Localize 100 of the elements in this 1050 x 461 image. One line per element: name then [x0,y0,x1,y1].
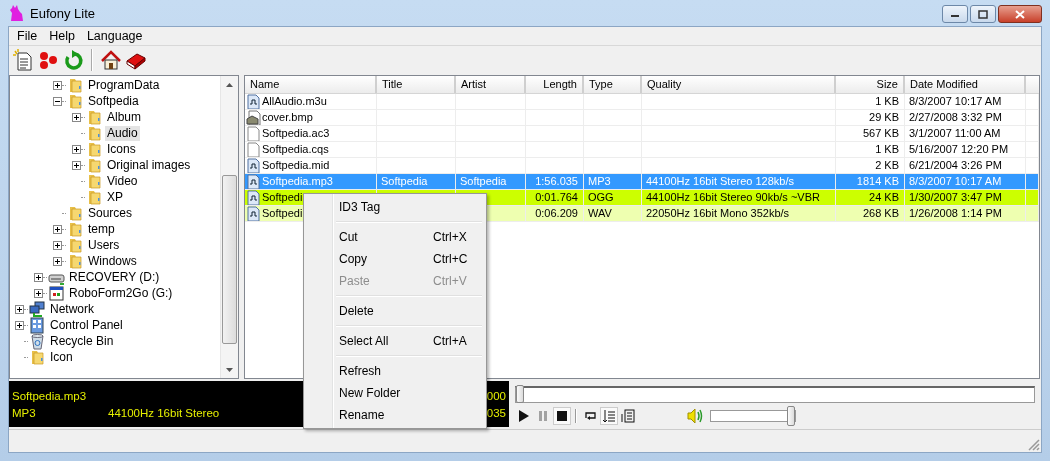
scroll-down-icon[interactable] [226,367,233,372]
tree-item[interactable]: Network [48,301,96,317]
list-icon[interactable] [620,408,636,424]
tree-item[interactable]: Recycle Bin [48,333,116,349]
table-cell: 5/16/2007 12:20 PM [909,142,1009,157]
column-header[interactable]: Title [377,76,456,93]
tree-item[interactable]: ProgramData [86,77,162,93]
audio-file-icon [246,174,261,189]
menu-item[interactable]: Language [80,29,149,43]
folder-icon [67,220,84,238]
tree-item[interactable]: Album [105,109,143,125]
shortcut-text: Ctrl+V [433,274,467,288]
seek-slider[interactable] [515,386,1035,403]
menu-item[interactable]: Help [43,29,81,43]
table-cell: 2 KB [875,158,899,173]
expand-icon[interactable] [72,112,81,122]
minimize-button[interactable] [942,5,968,23]
table-cell: 268 KB [862,206,899,221]
file-row[interactable]: Softpedia.ac3 567 KB 3/1/2007 11:00 AM [245,126,1039,142]
resize-grip-icon[interactable] [1028,439,1040,451]
expand-icon[interactable] [15,320,24,330]
tree-item[interactable]: temp [86,221,117,237]
menu-item[interactable]: Cut Ctrl+X [307,226,484,248]
table-cell: 3/1/2007 11:00 AM [909,126,1001,141]
scroll-up-icon[interactable] [226,82,233,87]
tree-item[interactable]: XP [105,189,125,205]
menu-item[interactable]: Delete [307,300,484,322]
tree-item[interactable]: Original images [105,157,193,173]
tree-item[interactable]: RoboForm2Go (G:) [67,285,175,301]
expand-icon[interactable] [53,240,62,250]
tree-item[interactable]: Users [86,237,122,253]
expand-icon[interactable] [72,144,81,154]
expand-icon[interactable] [15,304,24,314]
column-header[interactable]: Length [526,76,584,93]
maximize-button[interactable] [970,5,996,23]
volume-thumb[interactable] [787,406,795,426]
expand-icon[interactable] [72,160,81,170]
tree-item[interactable]: Audio [105,125,140,141]
table-cell: Softpedia.cqs [262,142,329,157]
column-header[interactable]: Date Modified [905,76,1026,93]
table-cell: Softpedia.ac3 [262,126,330,141]
tree-item[interactable]: Icon [48,349,75,365]
table-cell: MP3 [588,174,611,189]
column-header[interactable]: Size [836,76,905,93]
menu-item[interactable]: Rename [307,404,484,426]
expand-icon[interactable] [34,272,43,282]
time-text: 035 [486,406,506,419]
file-row[interactable]: AllAudio.m3u 1 KB 8/3/2007 10:17 AM [245,94,1039,110]
expand-icon[interactable] [53,80,62,90]
folder-icon [86,156,103,174]
tree-item[interactable]: Windows [86,253,139,269]
tree-item[interactable]: Video [105,173,140,189]
column-header[interactable]: Artist [456,76,526,93]
new-document-icon[interactable] [12,49,34,71]
menu-item[interactable]: Copy Ctrl+C [307,248,484,270]
refresh-icon[interactable] [62,49,84,71]
menu-item[interactable]: New Folder [307,382,484,404]
tree-item[interactable]: Sources [86,205,135,221]
stop-icon[interactable] [554,408,570,424]
time-text: 000 [486,389,506,402]
table-cell: 2/27/2008 3:32 PM [909,110,1002,125]
table-cell: Softpedi [262,190,303,205]
audio-file-icon [246,94,261,109]
table-cell: 8/3/2007 10:17 AM [909,174,1002,189]
app-window-icon [48,284,65,302]
expand-icon[interactable] [53,224,62,234]
folder-icon [86,172,103,190]
recycle-bin-icon [29,332,46,350]
dots-icon[interactable] [37,49,59,71]
table-cell: 0:06.209 [535,206,578,221]
column-header[interactable]: Type [584,76,642,93]
seek-thumb[interactable] [516,385,524,403]
tree-item[interactable]: Control Panel [48,317,125,333]
expand-icon[interactable] [34,288,43,298]
tree-item[interactable]: Softpedia [86,93,141,109]
network-icon [29,300,46,318]
home-icon[interactable] [100,49,122,71]
shortcut-text: Ctrl+X [433,230,467,244]
file-row[interactable]: Softpedia.cqs 1 KB 5/16/2007 12:20 PM [245,142,1039,158]
shortcut-text: Ctrl+A [433,334,467,348]
scrollbar[interactable] [220,76,238,378]
expand-icon[interactable] [53,256,62,266]
menu-item[interactable]: Refresh [307,360,484,382]
close-icon [1015,9,1025,19]
tree-item[interactable]: Icons [105,141,138,157]
table-cell: 44100Hz 16bit Stereo 90kb/s ~VBR [646,190,820,205]
menu-item[interactable]: File [11,29,44,43]
column-header[interactable]: Quality [642,76,836,93]
table-cell: 1 KB [875,94,899,109]
file-row[interactable]: cover.bmp 29 KB 2/27/2008 3:32 PM [245,110,1039,126]
menu-item[interactable]: Select All Ctrl+A [307,330,484,352]
close-button[interactable] [998,5,1042,23]
window-title: Eufony Lite [30,5,97,21]
collapse-icon[interactable] [53,96,62,106]
tree-item[interactable]: RECOVERY (D:) [67,269,162,285]
speaker-icon[interactable] [687,408,705,424]
table-cell: 1 KB [875,142,899,157]
folder-icon [67,76,84,94]
shortcut-text: Ctrl+C [433,252,468,266]
folder-icon [67,236,84,254]
